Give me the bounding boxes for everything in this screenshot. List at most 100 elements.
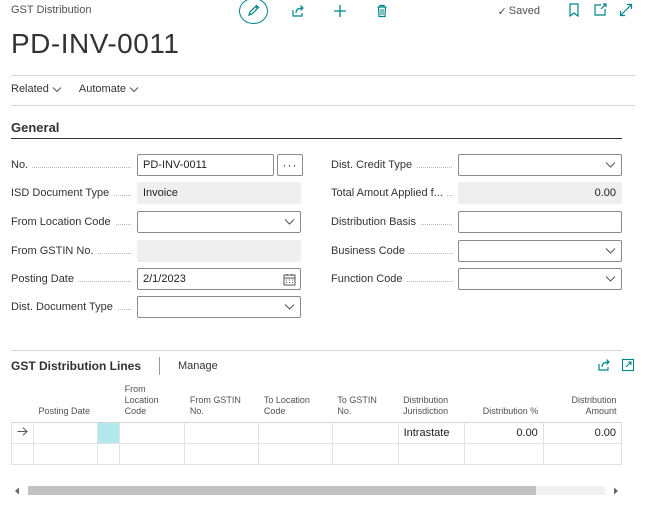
save-status: ✓ Saved: [498, 5, 540, 18]
scroll-right-icon[interactable]: [610, 484, 622, 497]
empty-cell[interactable]: [97, 442, 121, 465]
edit-button[interactable]: [239, 0, 268, 24]
expand-icon[interactable]: [621, 358, 635, 372]
save-status-text: Saved: [508, 5, 540, 17]
manage-menu[interactable]: Manage: [178, 360, 218, 372]
plus-icon: [333, 4, 347, 21]
from-gstin-no-value: [137, 240, 301, 262]
table-row-empty[interactable]: [11, 442, 622, 465]
chevron-down-icon: [605, 274, 616, 286]
field-business-code: Business Code: [331, 240, 456, 262]
lines-title[interactable]: GST Distribution Lines: [11, 359, 141, 373]
chevron-down-icon: [284, 302, 295, 314]
field-distribution-basis: Distribution Basis: [331, 211, 456, 233]
empty-cell[interactable]: [542, 442, 622, 465]
calendar-icon[interactable]: [283, 273, 296, 289]
field-no: No.: [11, 154, 135, 176]
lines-table: Posting Date From Location Code From GST…: [11, 380, 622, 465]
row-indicator-header: [11, 380, 34, 423]
pencil-icon: [247, 3, 261, 20]
bookmark-button[interactable]: [567, 2, 581, 18]
function-code-select[interactable]: [458, 268, 622, 290]
lines-actions: [587, 358, 635, 372]
divider: [11, 75, 635, 76]
field-label: Dist. Document Type: [11, 300, 135, 314]
total-amount-applied-value: 0.00: [458, 182, 622, 204]
row-indicator[interactable]: [11, 442, 34, 465]
share-icon[interactable]: [597, 358, 611, 372]
field-isd-document-type: ISD Document Type: [11, 182, 135, 204]
empty-cell[interactable]: [32, 442, 99, 465]
dist-document-type-select[interactable]: [137, 296, 301, 318]
cell-from-gstin-no[interactable]: [184, 421, 260, 444]
page-title: PD-INV-0011: [11, 28, 180, 59]
field-dist-document-type: Dist. Document Type: [11, 296, 135, 318]
column-header-from-location-code[interactable]: From Location Code: [119, 380, 185, 423]
assist-edit-button[interactable]: ···: [277, 154, 303, 176]
empty-cell[interactable]: [397, 442, 465, 465]
cell-to-location-code[interactable]: [258, 421, 333, 444]
expand-button[interactable]: [619, 3, 633, 20]
field-total-amount-applied: Total Amout Applied f...: [331, 182, 456, 204]
delete-button[interactable]: [374, 4, 390, 20]
posting-date-input[interactable]: 2/1/2023: [137, 268, 301, 290]
related-menu[interactable]: Related: [11, 83, 62, 95]
check-icon: ✓: [497, 5, 507, 18]
open-in-new-window-icon: [593, 2, 607, 20]
field-function-code: Function Code: [331, 268, 456, 290]
field-label: Dist. Credit Type: [331, 158, 456, 172]
column-header-distribution-jurisdiction[interactable]: Distribution Jurisdiction: [398, 380, 465, 423]
chevron-down-icon: [284, 217, 295, 229]
field-label: Function Code: [331, 272, 456, 286]
chevron-down-icon: [52, 86, 62, 93]
empty-cell[interactable]: [331, 442, 399, 465]
distribution-basis-input[interactable]: [458, 211, 622, 233]
new-button[interactable]: [332, 4, 348, 20]
column-header-to-gstin-no[interactable]: To GSTIN No.: [332, 380, 399, 423]
scroll-left-icon[interactable]: [11, 484, 23, 497]
column-header-from-gstin-no[interactable]: From GSTIN No.: [184, 380, 259, 423]
lines-grid: Posting Date From Location Code From GST…: [11, 380, 622, 466]
share-icon: [291, 4, 305, 21]
open-new-window-button[interactable]: [593, 2, 607, 20]
divider: [11, 105, 635, 106]
lines-header: GST Distribution Lines Manage: [11, 357, 218, 375]
divider: [11, 350, 622, 351]
field-label: Business Code: [331, 244, 456, 258]
chevron-down-icon: [605, 246, 616, 258]
top-action-bar: [239, 0, 390, 24]
cell-selected[interactable]: [97, 421, 121, 444]
arrow-right-icon: [17, 426, 28, 439]
empty-cell[interactable]: [258, 442, 333, 465]
horizontal-scrollbar[interactable]: [11, 484, 622, 497]
field-from-location-code: From Location Code: [11, 211, 135, 233]
no-input[interactable]: PD-INV-0011: [137, 154, 274, 176]
automate-menu[interactable]: Automate: [79, 83, 139, 95]
column-header-to-location-code[interactable]: To Location Code: [258, 380, 333, 423]
cell-from-location-code[interactable]: [119, 421, 186, 444]
share-button[interactable]: [290, 4, 306, 20]
row-indicator[interactable]: [11, 421, 34, 444]
cell-to-gstin-no[interactable]: [331, 421, 399, 444]
column-header-distribution-pct[interactable]: Distribution %: [464, 380, 544, 423]
cell-posting-date[interactable]: [32, 421, 99, 444]
column-header-spacer: [97, 380, 120, 423]
section-underline: [11, 138, 622, 139]
table-row[interactable]: Intrastate 0.00 0.00: [11, 421, 622, 444]
column-header-posting-date[interactable]: Posting Date: [33, 380, 98, 423]
chevron-down-icon: [129, 86, 139, 93]
business-code-select[interactable]: [458, 240, 622, 262]
from-location-code-select[interactable]: [137, 211, 301, 233]
cell-distribution-pct[interactable]: 0.00: [463, 421, 544, 444]
scrollbar-thumb[interactable]: [28, 486, 536, 495]
empty-cell[interactable]: [463, 442, 544, 465]
field-label: ISD Document Type: [11, 186, 135, 200]
cell-distribution-jurisdiction[interactable]: Intrastate: [397, 421, 465, 444]
column-header-distribution-amount[interactable]: Distribution Amount: [543, 380, 622, 423]
expand-icon: [619, 3, 633, 20]
section-title-general[interactable]: General: [11, 120, 59, 135]
empty-cell[interactable]: [119, 442, 186, 465]
empty-cell[interactable]: [184, 442, 260, 465]
dist-credit-type-select[interactable]: [458, 154, 622, 176]
cell-distribution-amount[interactable]: 0.00: [542, 421, 622, 444]
